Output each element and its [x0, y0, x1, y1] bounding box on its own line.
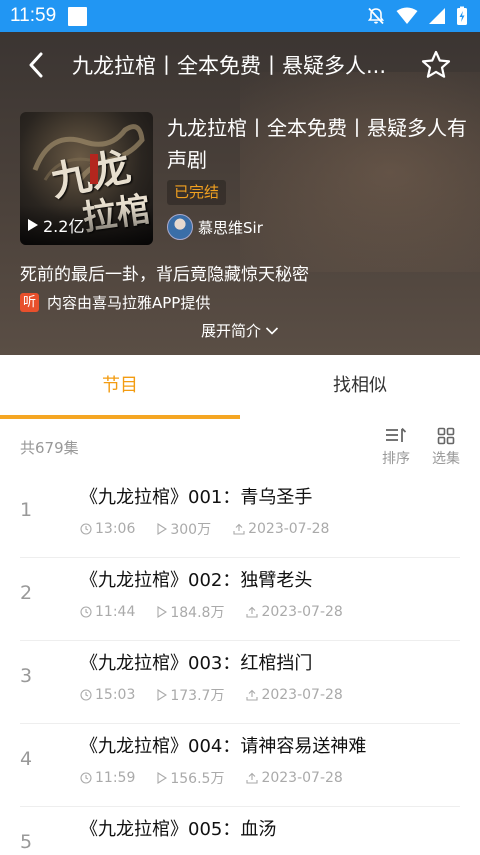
subscribe-button[interactable] [414, 43, 458, 87]
notification-icon [68, 6, 88, 26]
episode-meta: 15:03 173.7万 2023-07-28 [80, 685, 365, 705]
episode-row[interactable]: 2 《九龙拉棺》002：独臂老头 11:44 184.8万 2023-07-28 [0, 558, 480, 641]
episode-title: 《九龙拉棺》003：红棺挡门 [80, 653, 313, 674]
wifi-icon [396, 7, 418, 24]
do-not-disturb-off-icon [367, 7, 385, 25]
episode-date: 2023-07-28 [246, 687, 343, 703]
episode-title: 《九龙拉棺》005：血汤 [80, 819, 277, 840]
select-label: 选集 [432, 451, 460, 467]
clock-icon [80, 772, 92, 784]
sort-label: 排序 [382, 451, 410, 467]
play-outline-icon [157, 606, 168, 618]
plays-value: 173.7万 [170, 688, 225, 704]
expand-intro-label: 展开简介 [200, 322, 261, 340]
author-name: 慕思维Sir [198, 218, 263, 237]
episode-plays: 300万 [157, 519, 211, 539]
episode-row[interactable]: 4 《九龙拉棺》004：请神容易送神难 11:59 156.5万 2023-07… [0, 724, 480, 807]
chevron-down-icon [265, 326, 279, 335]
nav-title: 九龙拉棺丨全本免费丨悬疑多人... [72, 54, 387, 78]
date-value: 2023-07-28 [248, 521, 330, 537]
episode-count: 共679集 [20, 439, 79, 457]
clock-icon [80, 606, 92, 618]
episode-date: 2023-07-28 [246, 604, 343, 620]
episode-row[interactable]: 5 《九龙拉棺》005：血汤 [0, 807, 480, 855]
plays-value: 156.5万 [170, 771, 225, 787]
episode-row[interactable]: 1 《九龙拉棺》001：青乌圣手 13:06 300万 2023-07-28 [0, 475, 480, 558]
duration-value: 11:44 [95, 604, 136, 620]
clock-icon [80, 689, 92, 701]
expand-intro-button[interactable]: 展开简介 [0, 320, 480, 341]
tab-episodes[interactable]: 节目 [0, 355, 240, 419]
author[interactable]: 慕思维Sir [167, 214, 263, 240]
play-icon [28, 219, 38, 231]
album-description: 死前的最后一卦，背后竟隐藏惊天秘密 [20, 265, 309, 285]
sort-button[interactable]: 排序 [376, 427, 416, 468]
plays-value: 300万 [170, 522, 212, 538]
album-title: 九龙拉棺丨全本免费丨悬疑多人有声剧 [167, 116, 467, 172]
episode-plays: 184.8万 [157, 602, 224, 622]
sort-icon [386, 427, 407, 442]
episode-date: 2023-07-28 [233, 521, 329, 537]
provider-info: 听 内容由喜马拉雅APP提供 [20, 292, 210, 313]
chevron-left-icon [29, 52, 43, 78]
status-icons [366, 6, 468, 26]
episode-number: 5 [20, 831, 33, 853]
nav-bar: 九龙拉棺丨全本免费丨悬疑多人... [0, 32, 480, 98]
episode-meta: 11:59 156.5万 2023-07-28 [80, 768, 365, 788]
episode-duration: 11:59 [80, 770, 135, 786]
date-value: 2023-07-28 [261, 770, 343, 786]
duration-value: 11:59 [95, 770, 136, 786]
cover-seal [90, 154, 98, 184]
episode-row[interactable]: 3 《九龙拉棺》003：红棺挡门 15:03 173.7万 2023-07-28 [0, 641, 480, 724]
upload-icon [246, 772, 259, 784]
status-bar: 11:59 [0, 0, 480, 32]
episode-number: 2 [20, 582, 33, 604]
episode-duration: 13:06 [80, 521, 135, 537]
episode-duration: 15:03 [80, 687, 135, 703]
grid-icon [437, 427, 455, 445]
tab-bar: 节目 找相似 [0, 355, 480, 419]
battery-icon [457, 6, 467, 25]
status-badge: 已完结 [167, 180, 227, 205]
album-cover[interactable]: 九龙 拉棺 2.2亿 [20, 112, 153, 245]
episode-plays: 156.5万 [157, 768, 224, 788]
episode-number: 1 [20, 499, 33, 521]
episode-meta: 13:06 300万 2023-07-28 [80, 519, 351, 539]
date-value: 2023-07-28 [261, 604, 343, 620]
select-episodes-button[interactable]: 选集 [426, 427, 466, 468]
episode-title: 《九龙拉棺》001：青乌圣手 [80, 487, 313, 508]
star-icon [421, 50, 451, 78]
duration-value: 15:03 [95, 687, 136, 703]
play-count: 2.2亿 [28, 213, 84, 237]
episode-title: 《九龙拉棺》002：独臂老头 [80, 570, 313, 591]
play-count-value: 2.2亿 [43, 217, 85, 236]
episode-number: 4 [20, 748, 33, 770]
signal-icon [429, 8, 445, 24]
list-header: 共679集 排序 选集 [0, 419, 480, 475]
episode-date: 2023-07-28 [246, 770, 343, 786]
play-outline-icon [157, 523, 168, 535]
provider-text: 内容由喜马拉雅APP提供 [47, 294, 211, 312]
episode-title: 《九龙拉棺》004：请神容易送神难 [80, 736, 367, 757]
date-value: 2023-07-28 [261, 687, 343, 703]
duration-value: 13:06 [95, 521, 136, 537]
upload-icon [233, 523, 245, 535]
clock-icon [80, 523, 92, 535]
tab-similar[interactable]: 找相似 [240, 355, 480, 419]
play-outline-icon [157, 772, 168, 784]
ximalaya-icon: 听 [20, 293, 39, 312]
avatar [167, 214, 193, 240]
episode-plays: 173.7万 [157, 685, 224, 705]
upload-icon [246, 606, 259, 618]
status-time: 11:59 [10, 5, 57, 26]
episode-number: 3 [20, 665, 33, 687]
plays-value: 184.8万 [170, 605, 225, 621]
back-button[interactable] [14, 43, 58, 87]
episode-list: 1 《九龙拉棺》001：青乌圣手 13:06 300万 2023-07-28 2… [0, 475, 480, 855]
play-outline-icon [157, 689, 168, 701]
episode-meta: 11:44 184.8万 2023-07-28 [80, 602, 365, 622]
album-header: 九龙拉棺丨全本免费丨悬疑多人... 九龙 拉棺 2.2亿 九龙拉棺丨全本免费丨悬… [0, 32, 480, 355]
upload-icon [246, 689, 259, 701]
episode-duration: 11:44 [80, 604, 135, 620]
